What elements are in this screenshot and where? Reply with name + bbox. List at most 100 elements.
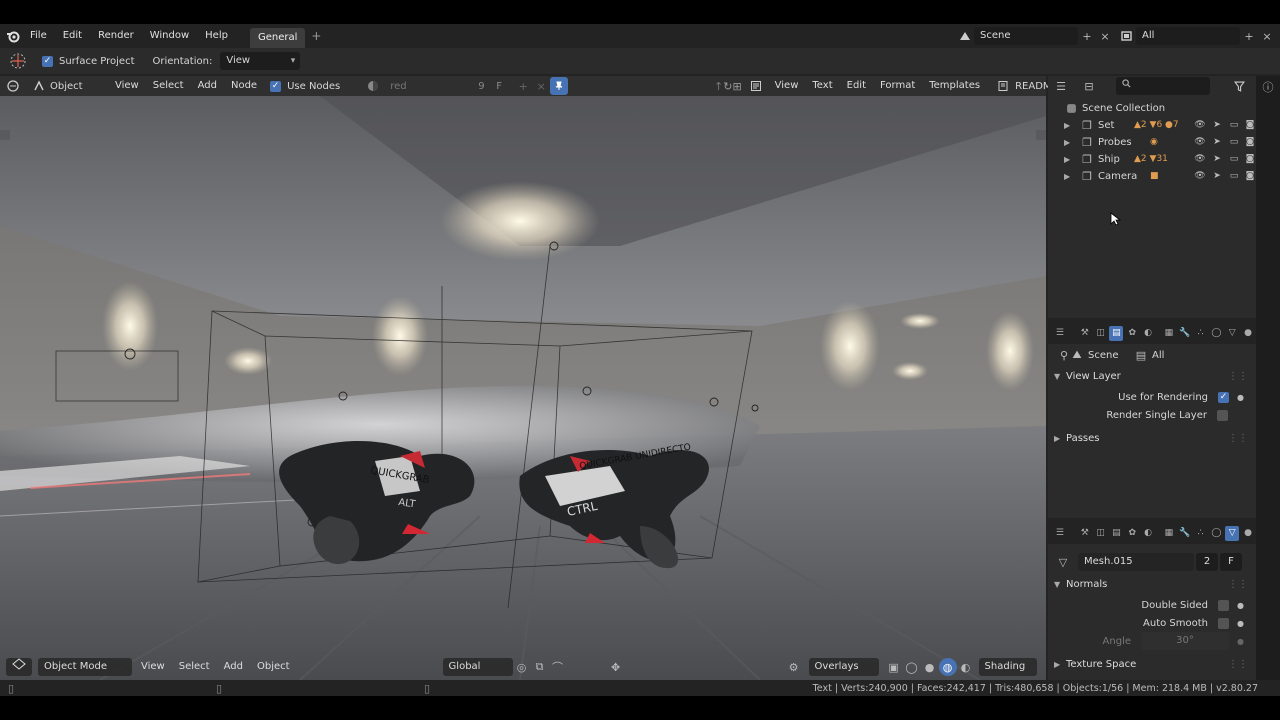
object-tab-icon[interactable]: ▦: [1162, 526, 1176, 541]
modifier-tab-icon[interactable]: 🔧: [1178, 326, 1192, 341]
text-menu-edit[interactable]: Edit: [840, 76, 873, 96]
drag-handle-icon[interactable]: ⋮⋮: [1228, 428, 1248, 450]
view-layer-tab-icon[interactable]: ▤: [1109, 526, 1123, 541]
new-view-layer-button[interactable]: +: [1240, 27, 1258, 45]
filter-icon[interactable]: [1230, 77, 1248, 95]
transform-orientation-dropdown[interactable]: Global: [442, 658, 513, 676]
menu-render[interactable]: Render: [90, 24, 142, 48]
particles-tab-icon[interactable]: ∴: [1194, 326, 1208, 341]
particles-tab-icon[interactable]: ∴: [1194, 526, 1208, 541]
menu-window[interactable]: Window: [142, 24, 197, 48]
render-tab-icon[interactable]: ◫: [1094, 526, 1108, 541]
selectable-arrow-icon[interactable]: ➤: [1209, 134, 1225, 151]
keyframe-dot-icon[interactable]: ●: [1237, 637, 1244, 646]
menu-help[interactable]: Help: [197, 24, 236, 48]
overlays-dropdown[interactable]: Overlays: [808, 658, 879, 676]
visibility-eye-icon[interactable]: 👁: [1192, 134, 1208, 151]
fake-user-button[interactable]: F: [496, 81, 514, 92]
viewport-menu-add[interactable]: Add: [217, 657, 250, 677]
snap-toggle-icon[interactable]: ⧉: [531, 658, 549, 676]
view-layer-field[interactable]: All: [1136, 27, 1240, 45]
physics-tab-icon[interactable]: ◯: [1209, 526, 1223, 541]
scene-collection-row[interactable]: Scene Collection: [1064, 100, 1256, 117]
viewport-menu-view[interactable]: View: [134, 657, 172, 677]
scene-tab-icon[interactable]: ✿: [1125, 526, 1139, 541]
display-mode-icon[interactable]: ⊟: [1080, 77, 1098, 95]
new-material-icon[interactable]: +: [514, 77, 532, 95]
pivot-icon[interactable]: ◎: [513, 658, 531, 676]
passes-panel-header[interactable]: ▶ Passes ⋮⋮: [1048, 428, 1256, 450]
text-editor-type-icon[interactable]: [750, 77, 762, 95]
parent-node-icon[interactable]: ↑: [714, 77, 723, 95]
drag-handle-icon[interactable]: ⋮⋮: [1228, 366, 1248, 388]
visibility-eye-icon[interactable]: 👁: [1192, 117, 1208, 134]
render-single-layer-checkbox[interactable]: [1217, 409, 1228, 421]
viewport-display-icon[interactable]: ▭: [1226, 134, 1242, 151]
object-mode-dropdown[interactable]: Object Mode: [38, 658, 132, 676]
mesh-name-field[interactable]: Mesh.015: [1078, 553, 1194, 571]
info-icon[interactable]: ⓘ: [1259, 78, 1277, 96]
text-menu-templates[interactable]: Templates: [922, 76, 987, 96]
physics-tab-icon[interactable]: ◯: [1209, 326, 1223, 341]
orientation-dropdown[interactable]: View: [220, 52, 301, 70]
selectable-arrow-icon[interactable]: ➤: [1209, 151, 1225, 168]
menu-file[interactable]: File: [22, 24, 55, 48]
material-users-count[interactable]: 9: [478, 81, 496, 92]
xray-icon[interactable]: ▣: [885, 658, 903, 676]
properties-type-icon[interactable]: ☰: [1053, 326, 1067, 341]
outliner-item-ship[interactable]: ▶ ❐ Ship ▲2 ▼31 👁 ➤ ▭ ◙: [1064, 151, 1256, 168]
viewport-display-icon[interactable]: ▭: [1226, 168, 1242, 185]
view-layer-panel-header[interactable]: ▼ View Layer ⋮⋮: [1048, 366, 1256, 388]
snap-icon[interactable]: ⊞: [732, 77, 741, 95]
editor-type-icon[interactable]: [4, 77, 22, 95]
scene-icon[interactable]: [956, 27, 974, 45]
keyframe-dot-icon[interactable]: ●: [1237, 619, 1244, 628]
view-object-types-icon[interactable]: ⚙: [785, 658, 803, 676]
modifier-tab-icon[interactable]: 🔧: [1178, 526, 1192, 541]
menu-edit[interactable]: Edit: [55, 24, 90, 48]
world-tab-icon[interactable]: ◐: [1141, 326, 1155, 341]
expand-arrow-icon[interactable]: ▶: [1064, 151, 1080, 168]
visibility-eye-icon[interactable]: 👁: [1192, 151, 1208, 168]
refresh-icon[interactable]: ↻: [723, 77, 732, 95]
mesh-users-count[interactable]: 2: [1196, 553, 1218, 571]
outliner-item-probes[interactable]: ▶ ❐ Probes ◉ 👁 ➤ ▭ ◙: [1064, 134, 1256, 151]
expand-arrow-icon[interactable]: ▶: [1064, 117, 1080, 134]
shading-dropdown[interactable]: Shading: [978, 658, 1037, 676]
outliner-type-icon[interactable]: ☰: [1052, 77, 1070, 95]
outliner-item-camera[interactable]: ▶ ❐ Camera ■ 👁 ➤ ▭ ◙: [1064, 168, 1256, 185]
viewport-display-icon[interactable]: ▭: [1226, 151, 1242, 168]
normals-panel-header[interactable]: ▼ Normals ⋮⋮: [1048, 574, 1256, 596]
selectable-arrow-icon[interactable]: ➤: [1209, 117, 1225, 134]
viewport-display-icon[interactable]: ▭: [1226, 117, 1242, 134]
shader-type-dropdown[interactable]: Object: [50, 81, 108, 92]
data-tab-icon[interactable]: ▽: [1225, 525, 1240, 541]
new-scene-button[interactable]: +: [1078, 27, 1096, 45]
drag-handle-icon[interactable]: ⋮⋮: [1228, 574, 1248, 596]
proportional-edit-icon[interactable]: ⌒: [549, 658, 567, 676]
node-menu-view[interactable]: View: [108, 76, 146, 96]
visibility-eye-icon[interactable]: 👁: [1192, 168, 1208, 185]
workspace-tab-general[interactable]: General: [249, 28, 306, 48]
object-tab-icon[interactable]: ▦: [1162, 326, 1176, 341]
keyframe-dot-icon[interactable]: ●: [1237, 393, 1244, 402]
blender-logo-icon[interactable]: [4, 27, 22, 45]
view-layer-tab-icon[interactable]: ▤: [1109, 325, 1124, 341]
view-layer-icon[interactable]: [1118, 27, 1136, 45]
shading-material-icon[interactable]: ◍: [938, 658, 957, 676]
shading-solid-icon[interactable]: ●: [921, 658, 939, 676]
viewport-menu-select[interactable]: Select: [172, 657, 217, 677]
material-tab-icon[interactable]: ●: [1241, 326, 1255, 341]
scene-tab-icon[interactable]: ✿: [1125, 326, 1139, 341]
text-block-icon[interactable]: [997, 77, 1009, 95]
shading-wireframe-icon[interactable]: ◯: [903, 658, 921, 676]
expand-arrow-icon[interactable]: ▶: [1064, 168, 1080, 185]
data-tab-icon[interactable]: ▽: [1225, 326, 1239, 341]
shading-rendered-icon[interactable]: ◐: [957, 658, 975, 676]
node-menu-node[interactable]: Node: [224, 76, 264, 96]
double-sided-checkbox[interactable]: [1218, 599, 1230, 611]
active-tool-icon[interactable]: [8, 51, 28, 71]
text-menu-view[interactable]: View: [768, 76, 806, 96]
keyframe-dot-icon[interactable]: ●: [1237, 601, 1244, 610]
properties-type-icon[interactable]: ☰: [1053, 526, 1067, 541]
